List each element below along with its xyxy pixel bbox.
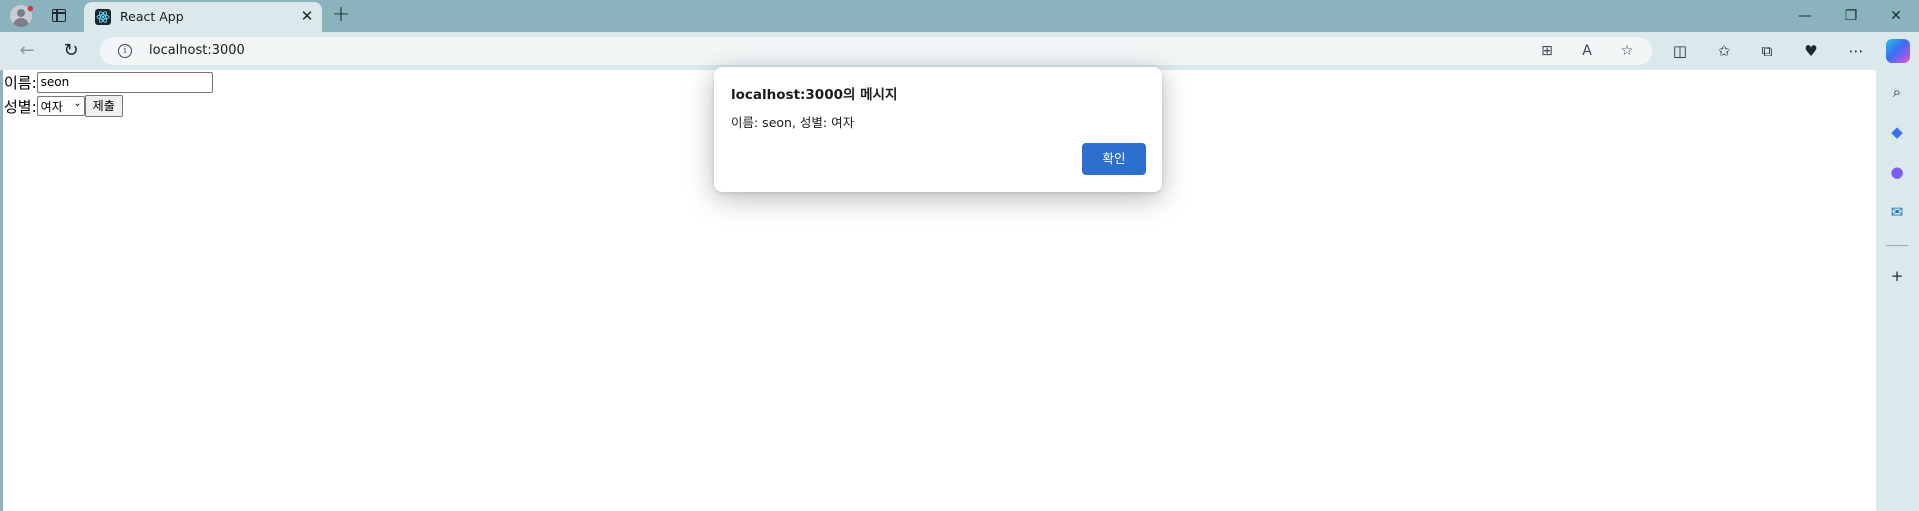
more-menu-icon[interactable]: ⋯ [1845, 40, 1867, 62]
tab-react-app[interactable]: React App ✕ [84, 2, 322, 32]
copilot-icon[interactable] [1886, 39, 1910, 63]
browser-essentials-icon[interactable]: ♥ [1800, 40, 1822, 62]
ok-button[interactable]: 확인 [1082, 143, 1146, 175]
submit-button[interactable]: 제출 [84, 95, 123, 117]
read-aloud-icon[interactable]: A [1578, 42, 1596, 60]
chevron-down-icon: ⌄ [73, 98, 82, 109]
alert-dialog: localhost:3000의 메시지 이름: seon, 성별: 여자 확인 [714, 67, 1162, 192]
gender-label: 성별: [4, 97, 37, 116]
gender-select-value: 여자 [40, 100, 63, 114]
minimize-icon[interactable]: — [1795, 6, 1815, 26]
site-info-icon[interactable]: i [118, 44, 132, 58]
close-window-icon[interactable]: ✕ [1886, 6, 1906, 26]
address-bar[interactable]: i localhost:3000 ⊞ A ☆ [100, 37, 1652, 65]
name-label: 이름: [4, 74, 37, 92]
toolbar: ← ↻ i localhost:3000 ⊞ A ☆ ◫ ✩ ⧉ ♥ ⋯ [0, 32, 1919, 70]
sidebar-divider [1886, 245, 1908, 246]
browser-window: React App ✕ + — ❐ ✕ ← ↻ i localhost:3000… [0, 0, 1919, 511]
tab-strip: React App ✕ + — ❐ ✕ [0, 0, 1919, 32]
close-tab-icon[interactable]: ✕ [298, 7, 316, 25]
add-sidebar-app-icon[interactable]: + [1887, 266, 1907, 286]
back-arrow-icon[interactable]: ← [16, 40, 38, 62]
restore-icon[interactable]: ❐ [1841, 6, 1861, 26]
react-favicon-icon [95, 9, 111, 25]
split-screen-icon[interactable]: ◫ [1669, 40, 1691, 62]
dialog-title: localhost:3000의 메시지 [731, 87, 898, 103]
search-icon[interactable]: ⌕ [1887, 82, 1907, 102]
name-row: 이름: seon [4, 72, 213, 93]
shopping-tag-icon[interactable]: ◆ [1887, 122, 1907, 142]
gender-row: 성별: 여자 ⌄ 제출 [4, 95, 123, 117]
gender-select[interactable]: 여자 ⌄ [36, 96, 85, 116]
notification-dot-icon [27, 5, 34, 12]
microsoft-365-icon[interactable]: ● [1887, 162, 1907, 182]
outlook-icon[interactable]: ✉ [1887, 202, 1907, 222]
refresh-icon[interactable]: ↻ [60, 40, 82, 62]
address-url[interactable]: localhost:3000 [149, 43, 245, 58]
name-input[interactable]: seon [36, 72, 213, 93]
dialog-message: 이름: seon, 성별: 여자 [731, 115, 855, 130]
favorite-star-icon[interactable]: ☆ [1618, 42, 1636, 60]
edge-sidebar: ⌕ ◆ ● ✉ + [1876, 70, 1919, 511]
tab-actions-icon[interactable] [52, 9, 66, 22]
tab-title: React App [120, 9, 184, 24]
new-tab-icon[interactable]: + [330, 4, 352, 26]
collections-icon[interactable]: ⧉ [1756, 40, 1778, 62]
favorites-icon[interactable]: ✩ [1713, 40, 1735, 62]
app-available-icon[interactable]: ⊞ [1538, 42, 1556, 60]
